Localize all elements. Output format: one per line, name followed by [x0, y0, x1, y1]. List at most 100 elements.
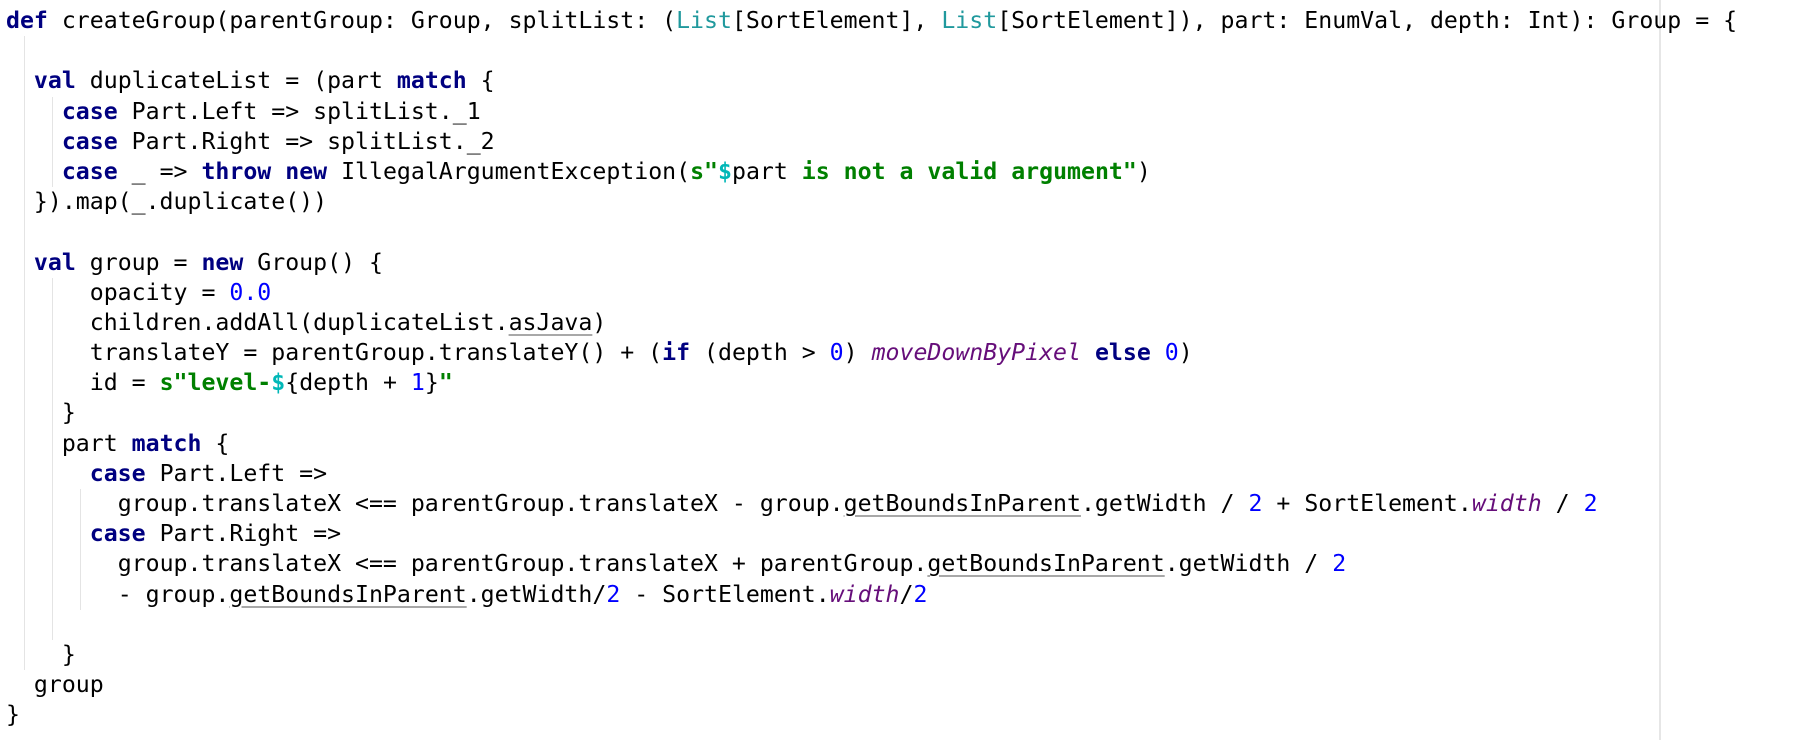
number-literal: 0 [1164, 339, 1179, 367]
code-area[interactable]: def createGroup(parentGroup: Group, spli… [6, 6, 1737, 731]
indent-guide [52, 96, 54, 188]
code-line[interactable] [6, 610, 1737, 640]
code-text: } [61, 640, 76, 668]
member-reference: width [1471, 490, 1542, 517]
implicit-conversion: getBoundsInParent [229, 580, 467, 608]
number-literal: 2 [1248, 490, 1263, 517]
code-line[interactable]: case Part.Right => splitList._2 [6, 127, 1737, 157]
code-text: {depth + [285, 369, 411, 397]
code-text: duplicateList = (part [75, 67, 397, 95]
number-literal: 1 [410, 369, 425, 397]
code-text: { [466, 67, 495, 95]
code-text: translateY = parentGroup.translateY() + … [89, 339, 663, 367]
code-text: / [899, 580, 914, 608]
code-line[interactable]: } [6, 640, 1737, 670]
implicit-conversion: getBoundsInParent [843, 490, 1081, 517]
code-text: group [33, 671, 104, 699]
code-text: }).map(_.duplicate()) [33, 188, 328, 216]
code-editor[interactable]: def createGroup(parentGroup: Group, spli… [0, 0, 1798, 740]
code-line[interactable] [6, 36, 1737, 66]
code-text: group.translateX <== parentGroup.transla… [117, 490, 844, 517]
keyword: match [131, 429, 202, 457]
number-literal: 2 [606, 580, 621, 608]
type-name: List [676, 7, 732, 34]
code-line[interactable]: - group.getBoundsInParent.getWidth/2 - S… [6, 580, 1737, 610]
interpolation-marker: $ [271, 369, 286, 397]
code-text: createGroup(parentGroup: Group, splitLis… [47, 7, 677, 34]
code-line[interactable] [6, 217, 1737, 247]
string-literal: is not a valid argument" [787, 157, 1137, 185]
code-line[interactable]: } [6, 398, 1737, 428]
code-text: .getWidth/ [466, 580, 607, 608]
code-line[interactable]: }).map(_.duplicate()) [6, 187, 1737, 217]
keyword: case [89, 520, 146, 548]
code-text: { [201, 429, 230, 457]
code-text: [SortElement], [731, 7, 942, 34]
code-text: Part.Right => [145, 520, 342, 548]
code-text: IllegalArgumentException( [327, 157, 691, 185]
code-text: Group() { [243, 248, 383, 276]
code-text: .getWidth / [1164, 550, 1333, 578]
code-text: opacity = [89, 278, 230, 306]
code-text: _ => [117, 157, 202, 185]
code-text: - group. [117, 580, 230, 608]
number-literal: 0 [829, 339, 844, 367]
code-text: (depth > [690, 339, 830, 367]
code-text: part [61, 429, 132, 457]
code-text: ) [1136, 157, 1151, 185]
implicit-conversion: getBoundsInParent [927, 550, 1165, 578]
number-literal: 2 [1332, 550, 1347, 578]
code-text: .getWidth / [1080, 490, 1249, 517]
code-text: ) [843, 339, 872, 367]
code-text: Part.Left => splitList._1 [117, 97, 481, 125]
code-line[interactable]: group.translateX <== parentGroup.transla… [6, 549, 1737, 579]
code-line[interactable]: id = s"level-${depth + 1}" [6, 368, 1737, 398]
keyword: case [61, 157, 118, 185]
number-literal: 0.0 [229, 278, 272, 306]
code-line[interactable]: val group = new Group() { [6, 248, 1737, 278]
code-line[interactable]: val duplicateList = (part match { [6, 66, 1737, 96]
indent-guide [79, 489, 81, 610]
code-text: } [61, 399, 76, 427]
code-text: [SortElement]), part: EnumVal, depth: In… [997, 7, 1738, 34]
keyword: case [61, 127, 118, 155]
code-line[interactable]: children.addAll(duplicateList.asJava) [6, 308, 1737, 338]
code-line[interactable]: opacity = 0.0 [6, 278, 1737, 308]
keyword: else [1094, 339, 1151, 367]
number-literal: 2 [913, 580, 928, 608]
code-text: group.translateX <== parentGroup.transla… [117, 550, 928, 578]
code-text: / [1541, 490, 1584, 517]
implicit-conversion: asJava [508, 308, 593, 336]
string-literal: s" [690, 157, 719, 185]
code-line[interactable]: translateY = parentGroup.translateY() + … [6, 338, 1737, 368]
number-literal: 2 [1583, 490, 1598, 517]
keyword: if [662, 339, 691, 367]
code-text: } [6, 701, 20, 729]
code-line[interactable]: case Part.Right => [6, 519, 1737, 549]
code-text: Part.Left => [145, 459, 328, 487]
string-literal: " [438, 369, 453, 397]
indent-guide [24, 36, 26, 671]
keyword: val [33, 248, 76, 276]
code-line[interactable]: case Part.Left => [6, 459, 1737, 489]
code-text: part [731, 157, 788, 185]
code-line[interactable]: case _ => throw new IllegalArgumentExcep… [6, 157, 1737, 187]
keyword: case [89, 459, 146, 487]
code-text: ) [1178, 339, 1193, 367]
code-text: + SortElement. [1262, 490, 1472, 517]
code-line[interactable]: } [6, 700, 1737, 730]
keyword: val [33, 67, 76, 95]
code-text: Part.Right => splitList._2 [117, 127, 495, 155]
code-line[interactable]: def createGroup(parentGroup: Group, spli… [6, 6, 1737, 36]
code-text: } [424, 369, 439, 397]
code-line[interactable]: case Part.Left => splitList._1 [6, 97, 1737, 127]
keyword: throw [201, 157, 272, 185]
code-line[interactable]: group [6, 670, 1737, 700]
code-line[interactable]: group.translateX <== parentGroup.transla… [6, 489, 1737, 519]
type-name: List [941, 7, 998, 34]
code-line[interactable]: part match { [6, 429, 1737, 459]
code-text: children.addAll(duplicateList. [89, 308, 509, 336]
